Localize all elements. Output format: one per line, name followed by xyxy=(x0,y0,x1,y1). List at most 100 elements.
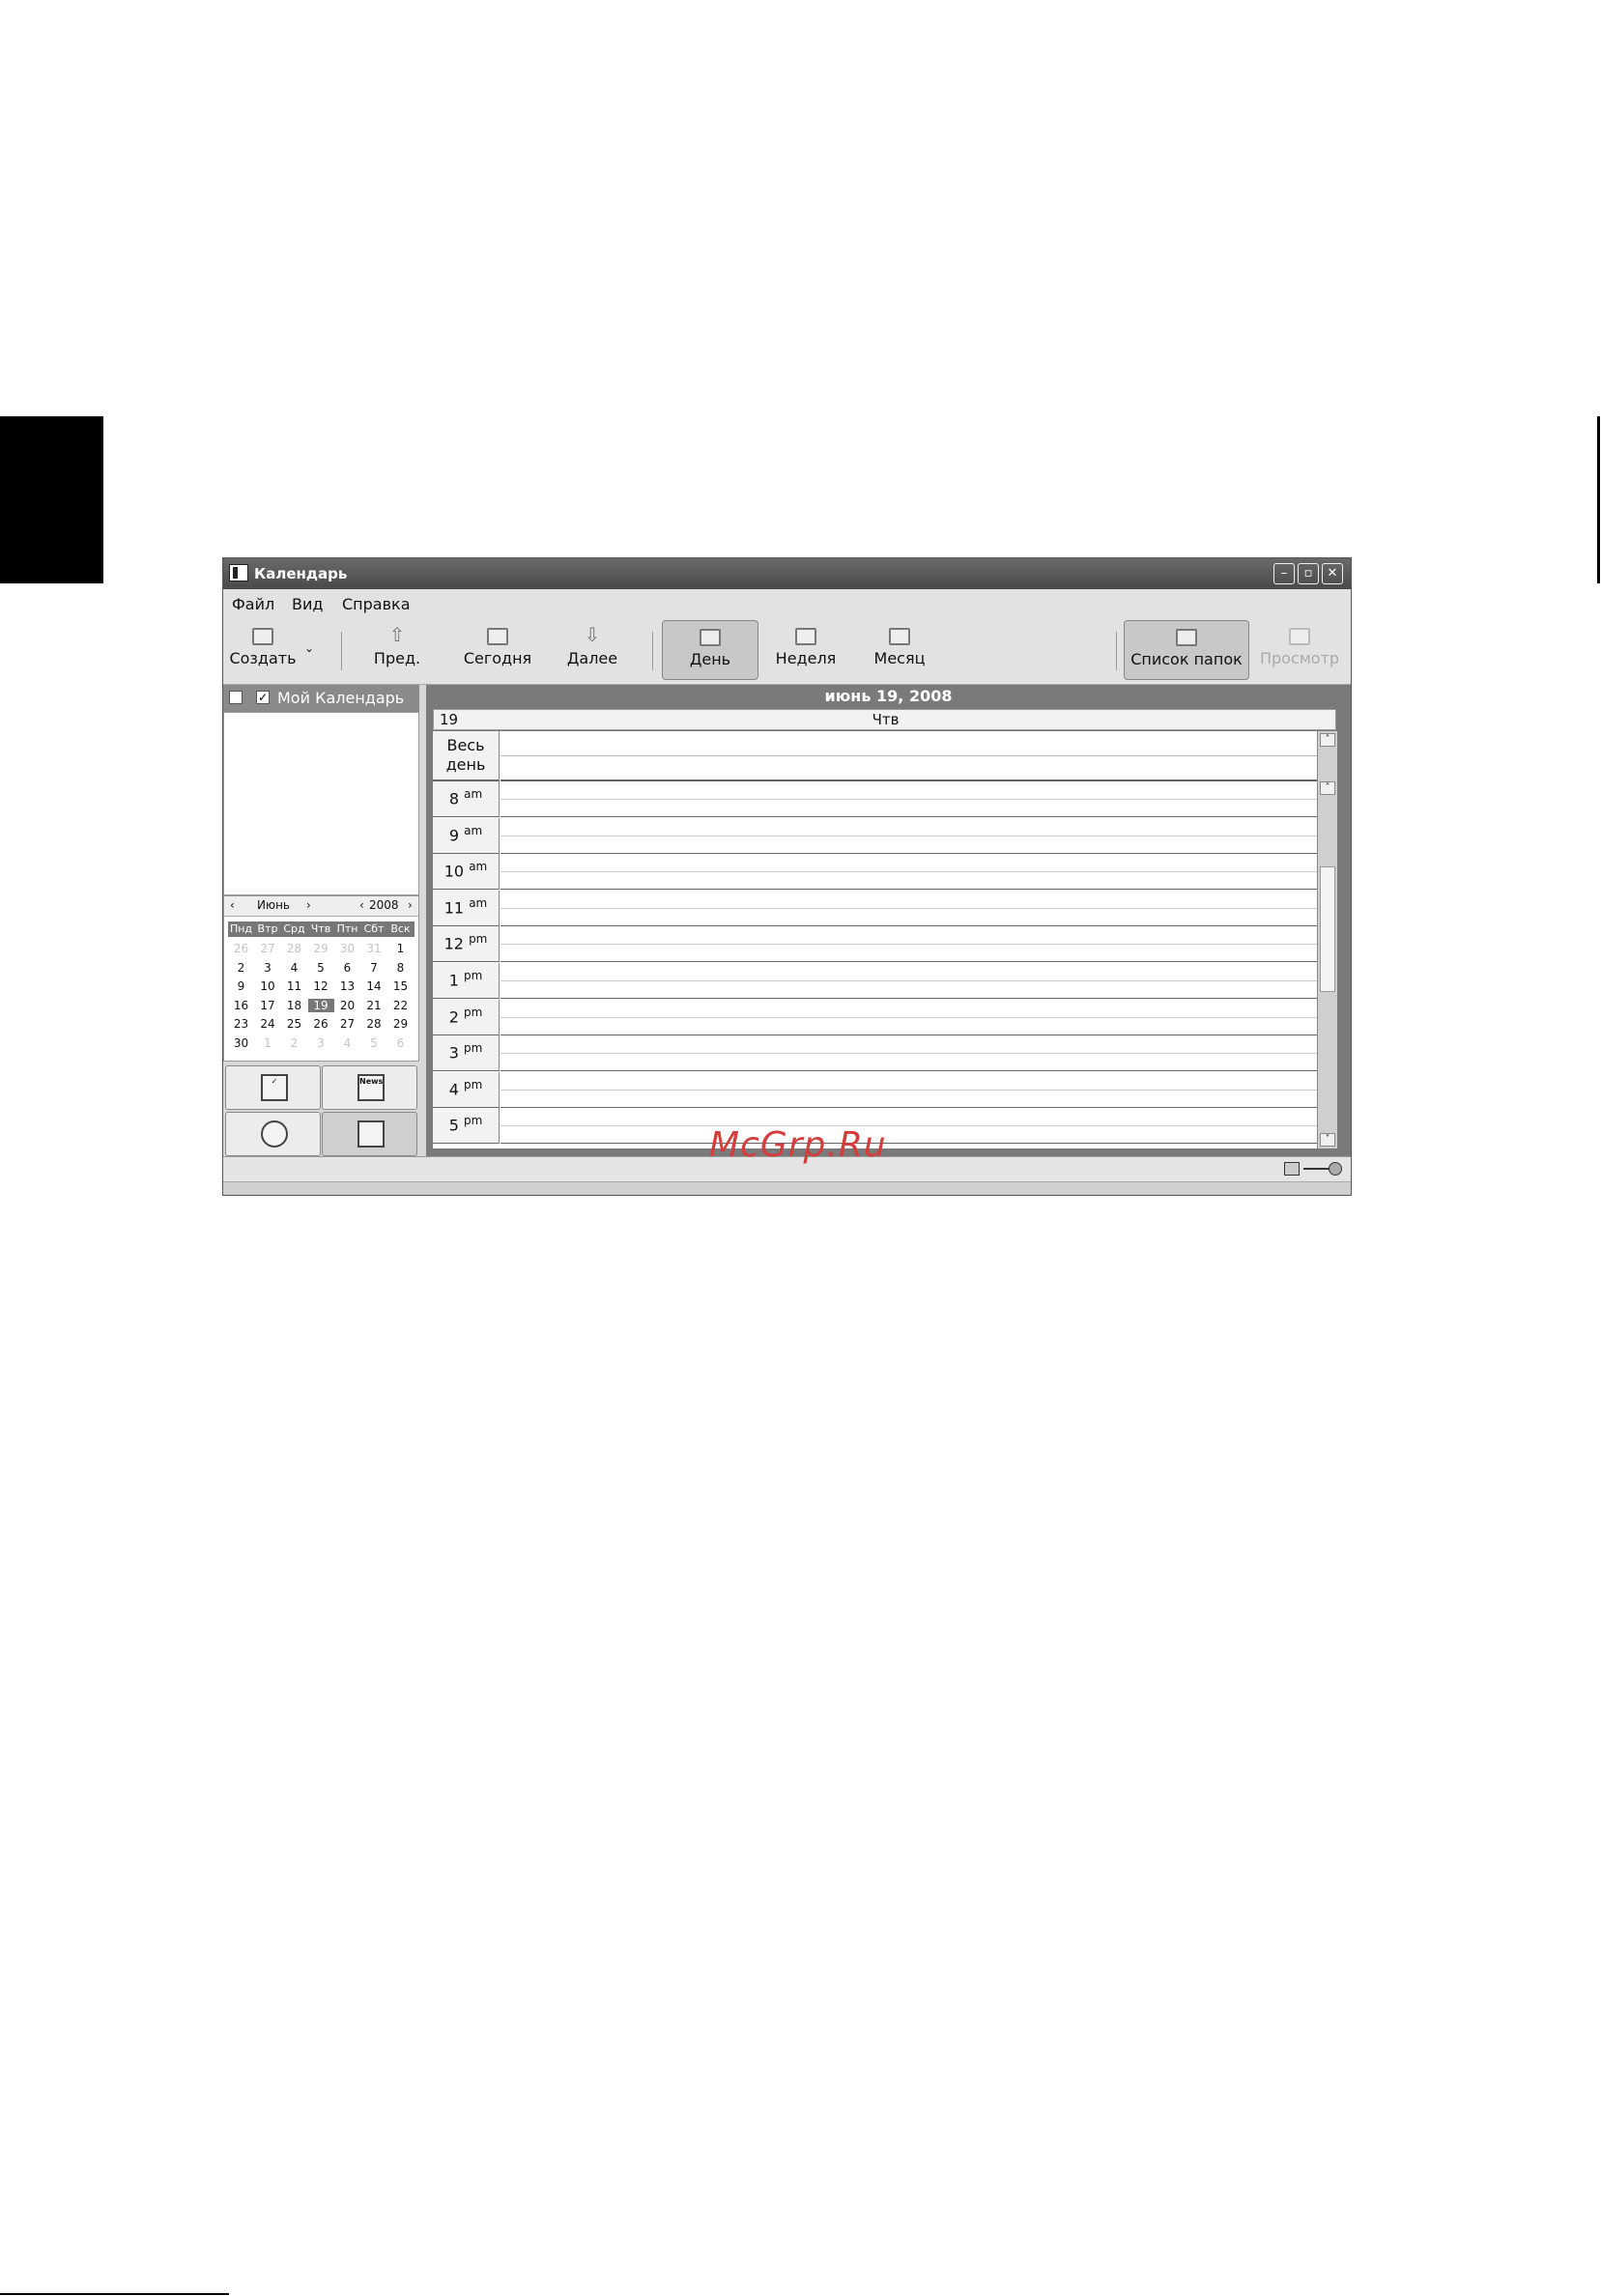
mini-calendar-day[interactable]: 7 xyxy=(361,961,387,975)
mini-calendar-day[interactable]: 27 xyxy=(334,1017,360,1031)
mini-calendar-day[interactable]: 2 xyxy=(228,961,254,975)
next-year-icon[interactable]: › xyxy=(408,898,413,912)
mini-calendar-day[interactable]: 22 xyxy=(387,999,414,1012)
mini-calendar-day[interactable]: 18 xyxy=(281,999,307,1012)
mini-calendar-day[interactable]: 31 xyxy=(361,942,387,955)
preview-label: Просмотр xyxy=(1259,649,1340,667)
half-hour-divider xyxy=(500,980,1317,981)
folder-list-button[interactable]: Список папок xyxy=(1124,620,1249,680)
month-view-icon xyxy=(889,628,910,645)
minimize-button[interactable]: – xyxy=(1273,563,1295,584)
mini-calendar-day[interactable]: 29 xyxy=(387,1017,414,1031)
menu-file[interactable]: Файл xyxy=(232,595,274,613)
mini-calendar-day[interactable]: 6 xyxy=(387,1036,414,1050)
preview-button[interactable]: Просмотр xyxy=(1253,620,1346,678)
mini-calendar-day[interactable]: 28 xyxy=(281,942,307,955)
today-button[interactable]: Сегодня xyxy=(455,620,540,678)
prev-year-icon[interactable]: ‹ xyxy=(359,898,364,912)
calendar-nav-button[interactable] xyxy=(322,1112,417,1156)
mini-calendar-day[interactable]: 26 xyxy=(228,942,254,955)
hour-slot[interactable] xyxy=(500,1072,1317,1108)
mini-calendar-day[interactable]: 29 xyxy=(308,942,334,955)
calendar-visible-checkbox[interactable]: ✓ xyxy=(256,691,270,704)
mini-calendar-day[interactable]: 15 xyxy=(387,979,414,993)
mini-calendar-day[interactable]: 14 xyxy=(361,979,387,993)
hour-slot[interactable] xyxy=(500,891,1317,926)
hour-slot[interactable] xyxy=(500,1035,1317,1072)
mini-calendar-day[interactable]: 21 xyxy=(361,999,387,1012)
mini-calendar-day[interactable]: 17 xyxy=(255,999,281,1012)
close-button[interactable]: ✕ xyxy=(1322,563,1343,584)
mini-calendar-day[interactable]: 13 xyxy=(334,979,360,993)
news-nav-button[interactable]: News xyxy=(322,1065,417,1110)
scroll-up-small-icon[interactable]: ˄ xyxy=(1320,733,1335,747)
online-toggle-icon[interactable] xyxy=(1303,1161,1342,1176)
mini-calendar-day[interactable]: 5 xyxy=(361,1036,387,1050)
restore-button[interactable]: ▫ xyxy=(1298,563,1319,584)
mini-calendar-day[interactable]: 11 xyxy=(281,979,307,993)
weekday-label: Пнд xyxy=(229,922,253,935)
next-button[interactable]: ⇩ Далее xyxy=(557,620,627,678)
mini-calendar-day[interactable]: 30 xyxy=(228,1036,254,1050)
day-view-button[interactable]: День xyxy=(662,620,758,680)
month-view-button[interactable]: Месяц xyxy=(861,620,938,678)
mini-calendar-day[interactable]: 6 xyxy=(334,961,360,975)
scroll-down-icon[interactable]: ˅ xyxy=(1320,1133,1335,1147)
mini-calendar-day[interactable]: 3 xyxy=(255,961,281,975)
mini-calendar-day[interactable]: 25 xyxy=(281,1017,307,1031)
create-button[interactable]: Создать xyxy=(227,620,299,678)
weekday-label: Срд xyxy=(283,922,305,935)
vertical-scrollbar[interactable]: ˄ ˄ ˅ xyxy=(1317,731,1337,1148)
menu-bar: Файл Вид Справка xyxy=(223,589,1351,618)
menu-help[interactable]: Справка xyxy=(342,595,411,613)
hour-slot[interactable] xyxy=(500,926,1317,963)
chevron-down-icon: ⌄ xyxy=(303,641,315,655)
mini-calendar-day[interactable]: 30 xyxy=(334,942,360,955)
hour-slot[interactable] xyxy=(500,1108,1317,1145)
hour-slot[interactable] xyxy=(500,1000,1317,1035)
hour-slot[interactable] xyxy=(500,854,1317,891)
mini-calendar-day[interactable]: 5 xyxy=(308,961,334,975)
weekday-label: Втр xyxy=(257,922,278,935)
scrollbar-thumb[interactable] xyxy=(1320,866,1335,992)
mini-calendar-day[interactable]: 20 xyxy=(334,999,360,1012)
mini-calendar-day[interactable]: 12 xyxy=(308,979,334,993)
folder-toggle-checkbox[interactable] xyxy=(229,691,243,704)
calendar-folder-header[interactable]: ✓ Мой Календарь xyxy=(223,685,419,712)
mini-calendar-day[interactable]: 1 xyxy=(255,1036,281,1050)
prev-month-icon[interactable]: ‹ xyxy=(230,898,235,912)
scroll-up-icon[interactable]: ˄ xyxy=(1320,781,1335,795)
mini-calendar-day[interactable]: 26 xyxy=(308,1017,334,1031)
mini-calendar-day[interactable]: 2 xyxy=(281,1036,307,1050)
prev-button[interactable]: ⇧ Пред. xyxy=(358,620,436,678)
hour-slot[interactable] xyxy=(500,818,1317,854)
mini-calendar-day[interactable]: 23 xyxy=(228,1017,254,1031)
mini-calendar-day[interactable]: 3 xyxy=(308,1036,334,1050)
mini-calendar-day[interactable]: 4 xyxy=(334,1036,360,1050)
hour-meridiem: pm xyxy=(463,1041,483,1056)
mini-calendar-day[interactable]: 1 xyxy=(387,942,414,955)
create-dropdown-button[interactable]: ⌄ xyxy=(300,620,318,678)
mini-calendar-day[interactable]: 8 xyxy=(387,961,414,975)
mini-calendar-day[interactable]: 10 xyxy=(255,979,281,993)
week-view-icon xyxy=(795,628,816,645)
hour-slot[interactable] xyxy=(500,963,1317,999)
mini-calendar-day[interactable]: 27 xyxy=(255,942,281,955)
mini-calendar-day[interactable]: 24 xyxy=(255,1017,281,1031)
next-month-icon[interactable]: › xyxy=(306,898,311,912)
mini-calendar-day[interactable]: 28 xyxy=(361,1017,387,1031)
menu-view[interactable]: Вид xyxy=(292,595,323,613)
mini-calendar-day[interactable]: 9 xyxy=(228,979,254,993)
day-view-icon xyxy=(700,629,721,646)
all-day-area[interactable] xyxy=(500,731,1317,781)
page-edge-tab xyxy=(0,416,103,583)
mail-nav-button[interactable]: ✓ xyxy=(225,1065,321,1110)
contacts-nav-button[interactable] xyxy=(225,1112,321,1156)
mini-calendar-day[interactable]: 16 xyxy=(228,999,254,1012)
hour-slot[interactable] xyxy=(500,781,1317,817)
week-view-button[interactable]: Неделя xyxy=(766,620,845,678)
mini-calendar-day[interactable]: 4 xyxy=(281,961,307,975)
mini-calendar-day[interactable]: 19 xyxy=(307,998,334,1012)
next-label: Далее xyxy=(566,649,618,667)
day-header: 19 Чтв xyxy=(433,709,1336,730)
